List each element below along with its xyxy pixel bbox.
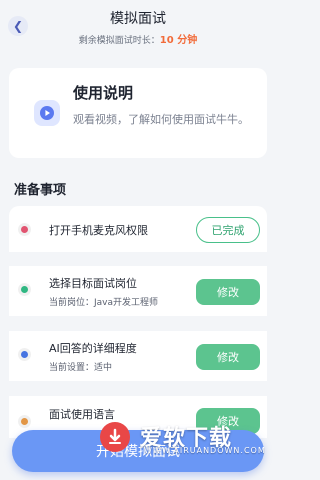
- item-subtitle: 当前岗位：Java开发工程师: [49, 298, 159, 308]
- section-title: 准备事项: [14, 183, 67, 198]
- edit-button[interactable]: 修改: [196, 279, 260, 305]
- mock-interview-screen: ❮ 模拟面试 剩余模拟面试时长：10 分钟 使用说明 观看视频，了解如何使用面试…: [0, 0, 276, 480]
- list-item-position: 选择目标面试岗位 当前岗位：Java开发工程师 修改: [9, 266, 267, 316]
- remaining-value: 10 分钟: [159, 35, 198, 46]
- page-title: 模拟面试: [110, 11, 166, 27]
- edit-button[interactable]: 修改: [196, 344, 260, 370]
- item-title: 打开手机麦克风权限: [49, 224, 148, 237]
- header: ❮ 模拟面试 剩余模拟面试时长：10 分钟: [0, 0, 276, 56]
- remaining-time: 剩余模拟面试时长：10 分钟: [0, 31, 276, 46]
- done-button[interactable]: 已完成: [196, 217, 260, 243]
- status-dot: [18, 283, 31, 296]
- list-item-microphone: 打开手机麦克风权限 已完成: [9, 206, 267, 252]
- status-dot: [18, 415, 31, 428]
- item-subtitle: 当前设置：适中: [49, 363, 113, 373]
- start-interview-button[interactable]: 开始模拟面试: [12, 430, 264, 472]
- status-dot: [18, 348, 31, 361]
- status-dot: [18, 223, 31, 236]
- play-icon: [34, 100, 60, 126]
- list-item-detail-level: AI回答的详细程度 当前设置：适中 修改: [9, 331, 267, 381]
- instructions-description: 观看视频，了解如何使用面试牛牛。: [73, 113, 249, 126]
- item-title: AI回答的详细程度: [49, 342, 137, 355]
- remaining-label: 剩余模拟面试时长：: [78, 36, 160, 46]
- instructions-card[interactable]: 使用说明 观看视频，了解如何使用面试牛牛。: [9, 68, 267, 158]
- instructions-title: 使用说明: [73, 84, 134, 102]
- item-title: 选择目标面试岗位: [49, 277, 137, 290]
- item-title: 面试使用语言: [49, 408, 115, 421]
